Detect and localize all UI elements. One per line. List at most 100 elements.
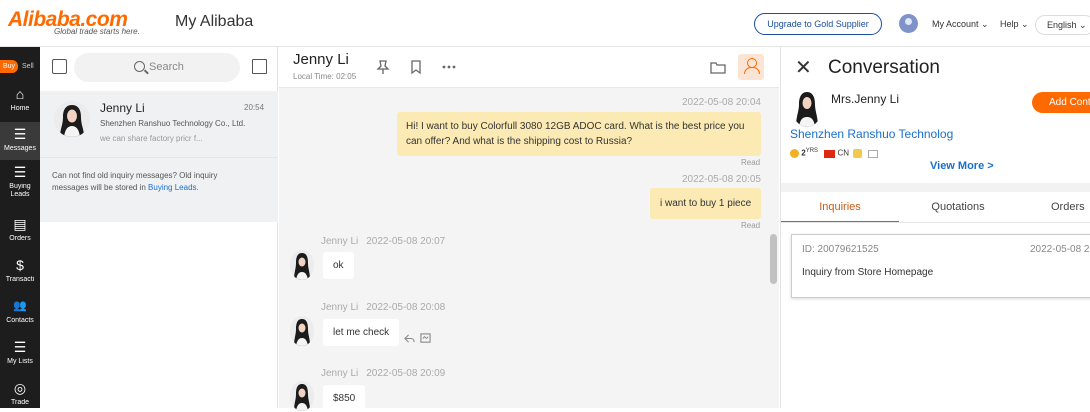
home-icon: ⌂	[15, 86, 25, 102]
nav-item-my-lists[interactable]: ☰ My Lists	[0, 339, 40, 371]
trade-icon: ◎	[13, 380, 27, 396]
tab-orders[interactable]: Orders	[1051, 192, 1090, 222]
view-more-link[interactable]: View More >	[930, 160, 994, 172]
chat-window: Jenny Li Local Time: 02:05 2022-05-08 20…	[279, 47, 779, 412]
message-sender: Jenny Li	[321, 302, 359, 313]
help-menu[interactable]: Help ⌄	[1000, 19, 1029, 30]
message-time: 2022-05-08 20:09	[366, 368, 446, 379]
message-time: 2022-05-08 20:07	[366, 236, 446, 247]
section-title[interactable]: My Alibaba	[175, 13, 253, 31]
buy-sell-toggle[interactable]: Buy Sell	[0, 60, 40, 73]
divider	[781, 183, 1090, 192]
my-account-label: My Account	[932, 19, 979, 29]
pin-icon[interactable]	[375, 59, 391, 75]
message-sender: Jenny Li	[321, 236, 359, 247]
company-link[interactable]: Shenzhen Ranshuo Technolog	[790, 127, 953, 141]
message-bubble-out[interactable]: Hi! I want to buy Colorfull 3080 12GB AD…	[397, 112, 761, 156]
conversation-panel: ✕ Conversation Mrs.Jenny Li Add Contact …	[780, 47, 1090, 408]
message-bubble-in[interactable]: let me check	[323, 319, 400, 346]
account-avatar-icon[interactable]	[899, 14, 918, 33]
message-sender: Jenny Li	[321, 368, 359, 379]
avatar	[290, 316, 314, 346]
chat-scrollbar[interactable]	[770, 234, 777, 284]
nav-item-contacts[interactable]: 👥 Contacts	[0, 298, 40, 330]
china-flag-icon	[824, 149, 836, 158]
nav-label-my-lists: My Lists	[7, 358, 33, 365]
buying-leads-link[interactable]: Buying Leads.	[148, 183, 199, 192]
nav-label-trade: Trade	[10, 399, 30, 406]
nav-label-buying-leads-2: Leads	[10, 191, 30, 198]
inbox-icon[interactable]	[52, 59, 67, 74]
buy-mode[interactable]: Buy	[0, 60, 18, 73]
panel-contact-name: Mrs.Jenny Li	[831, 92, 900, 106]
conversation-company: Shenzhen Ranshuo Technology Co., Ltd.	[100, 119, 246, 128]
conversation-time: 20:54	[244, 103, 265, 112]
upgrade-gold-supplier-button[interactable]: Upgrade to Gold Supplier	[754, 13, 882, 35]
alibaba-logo[interactable]: Alibaba.com Global trade starts here.	[8, 8, 150, 38]
conversation-snippet: we can share factory pricr f...	[100, 134, 203, 143]
old-inquiry-notice: Can not find old inquiry messages? Old i…	[40, 157, 278, 222]
conversation-list: Search Jenny Li 20:54 Shenzhen Ranshuo T…	[40, 47, 278, 408]
buying-leads-icon: ☰	[13, 164, 27, 180]
tab-quotations[interactable]: Quotations	[899, 192, 1017, 222]
avatar	[290, 250, 314, 280]
close-icon[interactable]: ✕	[795, 58, 812, 78]
top-bar: Alibaba.com Global trade starts here. My…	[0, 0, 1090, 47]
more-icon[interactable]	[441, 59, 457, 75]
nav-label-home: Home	[10, 105, 30, 112]
nav-item-messages[interactable]: ☰ Messages	[0, 122, 40, 160]
add-contact-button[interactable]: Add Contact	[1032, 92, 1090, 113]
read-status: Read	[741, 158, 761, 167]
chevron-down-icon: ⌄	[1079, 20, 1087, 30]
avatar	[792, 89, 822, 127]
nav-item-trade[interactable]: ◎ Trade	[0, 380, 40, 408]
message-bubble-in[interactable]: ok	[323, 252, 354, 279]
supplier-badges: 2YRS CN	[790, 148, 878, 160]
tab-inquiries[interactable]: Inquiries	[781, 192, 899, 222]
messages-icon: ☰	[13, 126, 27, 142]
folder-icon[interactable]	[710, 59, 726, 75]
nav-label-transactions: Transacti	[5, 276, 35, 283]
message-bubble-out[interactable]: i want to buy 1 piece	[650, 188, 762, 219]
my-account-menu[interactable]: My Account ⌄	[932, 19, 989, 30]
quote-icon[interactable]	[420, 333, 431, 344]
nav-item-buying-leads[interactable]: ☰ Buying Leads	[0, 164, 40, 206]
avatar	[54, 101, 90, 137]
language-label: English	[1047, 20, 1077, 30]
nav-item-transactions[interactable]: $ Transacti	[0, 257, 40, 289]
nav-label-orders: Orders	[9, 235, 31, 242]
inquiry-date: 2022-05-08 20:	[1030, 244, 1090, 255]
sell-mode[interactable]: Sell	[22, 60, 34, 73]
transactions-icon: $	[16, 257, 24, 273]
inquiry-card[interactable]: ID: 20079621525 2022-05-08 20: Inquiry f…	[791, 234, 1090, 298]
nav-label-contacts: Contacts	[6, 317, 34, 324]
left-nav: Buy Sell ⌂ Home ☰ Messages ☰ Buying Lead…	[0, 47, 40, 408]
read-status: Read	[741, 221, 761, 230]
panel-title: Conversation	[828, 57, 940, 78]
nav-item-home[interactable]: ⌂ Home	[0, 84, 40, 122]
chat-header: Jenny Li Local Time: 02:05	[279, 47, 779, 88]
avatar	[290, 381, 314, 411]
notice-text: Can not find old inquiry messages? Old i…	[52, 170, 252, 194]
help-label: Help	[1000, 19, 1019, 29]
orders-icon: ▤	[13, 216, 27, 232]
message-time: 2022-05-08 20:05	[682, 174, 761, 185]
chevron-down-icon: ⌄	[981, 19, 989, 29]
message-time: 2022-05-08 20:04	[682, 97, 761, 108]
nav-item-orders[interactable]: ▤ Orders	[0, 216, 40, 248]
language-selector[interactable]: English ⌄	[1035, 15, 1090, 35]
bookmark-icon[interactable]	[408, 59, 424, 75]
layout-toggle-icon[interactable]	[252, 59, 267, 74]
conversation-item[interactable]: Jenny Li 20:54 Shenzhen Ranshuo Technolo…	[40, 91, 278, 157]
chevron-down-icon: ⌄	[1021, 19, 1029, 29]
tab-divider	[781, 222, 1090, 223]
conversation-name: Jenny Li	[100, 101, 145, 115]
nav-label-messages: Messages	[4, 145, 36, 152]
message-meta: Jenny Li 2022-05-08 20:08	[321, 302, 453, 313]
reply-icon[interactable]	[404, 333, 415, 344]
search-input[interactable]: Search	[74, 53, 240, 82]
verified-badge-icon	[853, 149, 863, 159]
logo-tagline: Global trade starts here.	[54, 27, 140, 36]
search-placeholder: Search	[149, 61, 184, 73]
my-lists-icon: ☰	[13, 339, 27, 355]
